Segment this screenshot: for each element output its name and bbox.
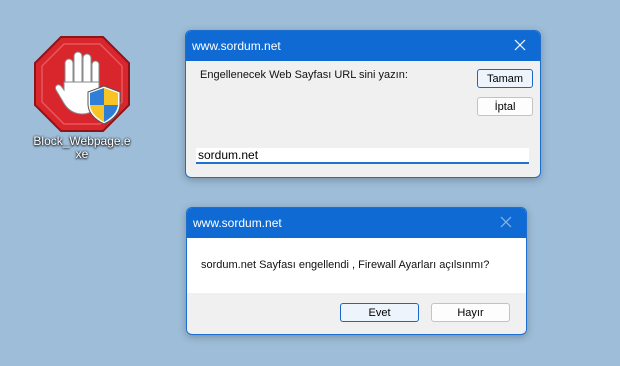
no-button[interactable]: Hayır — [431, 303, 510, 322]
dialog-title: www.sordum.net — [193, 216, 282, 230]
stop-hand-shield-icon — [32, 34, 132, 134]
yes-button[interactable]: Evet — [340, 303, 419, 322]
confirm-message: sordum.net Sayfası engellendi , Firewall… — [201, 259, 490, 271]
titlebar: www.sordum.net — [187, 208, 526, 238]
titlebar: www.sordum.net — [186, 31, 540, 61]
close-icon — [514, 39, 526, 54]
url-prompt-label: Engellenecek Web Sayfası URL sini yazın: — [200, 69, 408, 81]
url-input[interactable] — [196, 148, 529, 164]
close-icon — [500, 216, 512, 231]
dialog-title: www.sordum.net — [192, 39, 281, 53]
ok-button[interactable]: Tamam — [477, 69, 533, 88]
desktop-icon-label: Block_Webpage.exe — [33, 134, 131, 161]
button-area: Evet Hayır — [187, 293, 526, 333]
close-button[interactable] — [500, 31, 540, 61]
confirm-dialog: www.sordum.net sordum.net Sayfası engell… — [186, 207, 527, 335]
close-button[interactable] — [486, 208, 526, 238]
desktop-icon-block-webpage[interactable]: Block_Webpage.exe — [26, 34, 138, 161]
cancel-button[interactable]: İptal — [477, 97, 533, 116]
url-input-dialog: www.sordum.net Engellenecek Web Sayfası … — [185, 30, 541, 178]
message-area: sordum.net Sayfası engellendi , Firewall… — [187, 238, 526, 293]
